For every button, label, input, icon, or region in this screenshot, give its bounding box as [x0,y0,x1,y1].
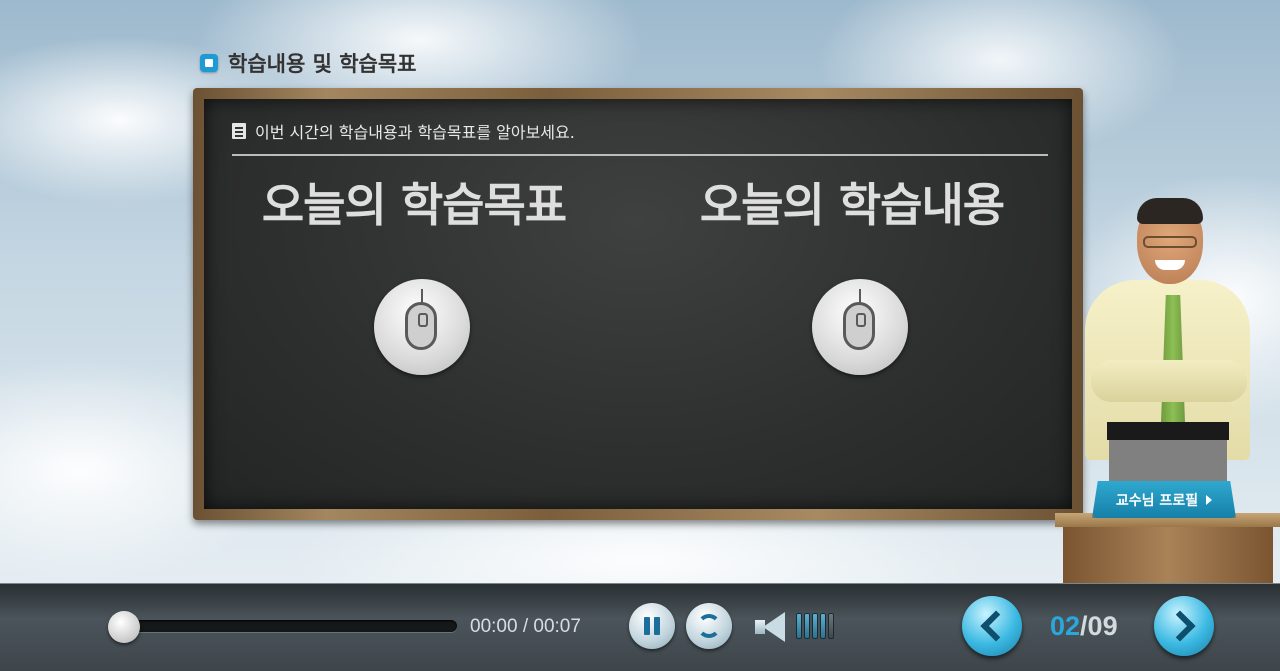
pause-button[interactable] [629,603,675,649]
board-intro-text: 이번 시간의 학습내용과 학습목표를 알아보세요. [255,123,575,142]
current-page: 02 [1050,611,1081,641]
learning-goals-column: 오늘의 학습목표 [214,169,614,235]
professor-belt [1107,422,1229,440]
learning-content-title: 오늘의 학습내용 [699,178,1005,232]
chalkboard: 이번 시간의 학습내용과 학습목표를 알아보세요. 오늘의 학습목표 오늘의 학… [193,88,1083,520]
speaker-icon[interactable] [753,610,787,644]
volume-bar[interactable] [812,613,818,639]
professor-arms [1091,360,1247,402]
volume-slider[interactable] [796,613,834,639]
board-divider [232,154,1048,156]
seek-bar[interactable] [113,620,457,632]
previous-page-button[interactable] [962,596,1022,656]
next-page-button[interactable] [1154,596,1214,656]
volume-bar[interactable] [804,613,810,639]
professor-profile-button[interactable]: 교수님 프로필 [1092,481,1236,518]
board-intro: 이번 시간의 학습내용과 학습목표를 알아보세요. [232,119,575,143]
section-header: 학습내용 및 학습목표 [200,48,417,78]
square-bullet-icon [200,54,218,72]
mouse-icon [405,289,437,350]
volume-bar[interactable] [820,613,826,639]
chevron-left-icon [980,610,1012,642]
professor-glasses [1143,236,1197,248]
player-control-bar: 00:00 / 00:07 02/09 [0,583,1280,671]
learning-goals-title: 오늘의 학습목표 [261,178,567,232]
page-title: 학습내용 및 학습목표 [228,52,417,76]
document-icon [232,123,246,139]
total-pages: /09 [1080,611,1118,641]
learning-goals-button[interactable] [374,279,470,375]
pause-icon [644,617,660,635]
page-counter: 02/09 [1050,611,1118,642]
learning-content-column: 오늘의 학습내용 [652,169,1052,235]
replay-button[interactable] [686,603,732,649]
seek-handle[interactable] [108,611,140,643]
chevron-right-icon [1164,610,1196,642]
volume-bar[interactable] [828,613,834,639]
professor-image [1085,198,1255,490]
mouse-icon [843,289,875,350]
podium [1055,513,1280,583]
time-display: 00:00 / 00:07 [470,616,581,637]
volume-bar[interactable] [796,613,802,639]
learning-content-button[interactable] [812,279,908,375]
professor-hair [1137,198,1203,224]
caret-right-icon [1206,494,1213,505]
podium-body [1063,527,1273,583]
professor-profile-label: 교수님 프로필 [1115,492,1199,509]
refresh-icon [697,614,721,638]
chalkboard-surface: 이번 시간의 학습내용과 학습목표를 알아보세요. 오늘의 학습목표 오늘의 학… [204,99,1072,509]
